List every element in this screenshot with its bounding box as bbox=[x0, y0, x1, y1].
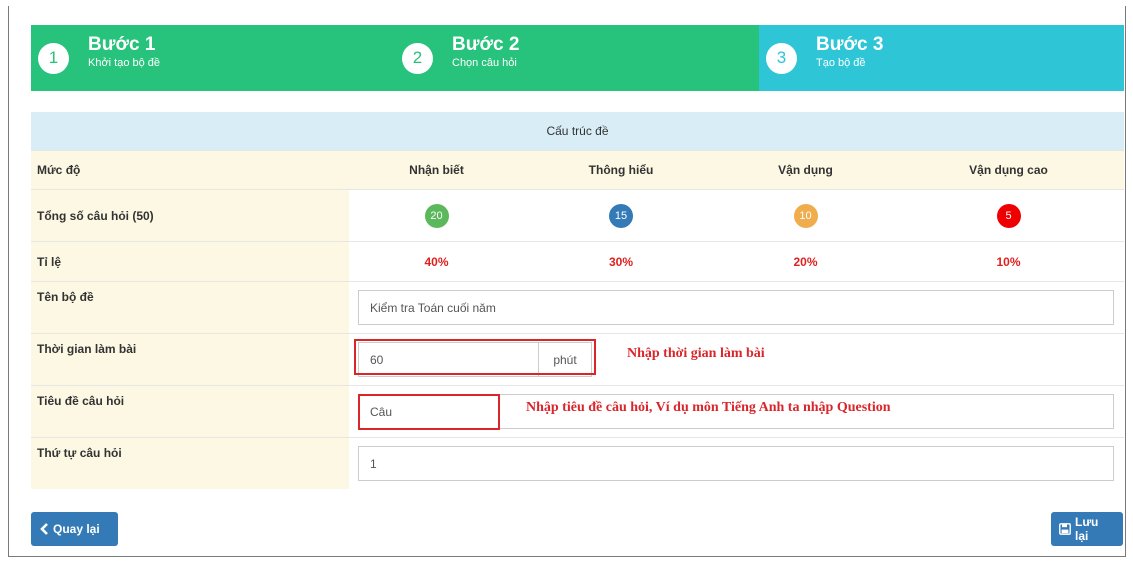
title-annotation: Nhập tiêu đề câu hỏi, Ví dụ môn Tiếng An… bbox=[526, 400, 891, 415]
step-subtitle: Chọn câu hỏi bbox=[452, 57, 517, 69]
duration-label: Thời gian làm bài bbox=[31, 334, 349, 385]
chevron-left-icon bbox=[40, 523, 48, 535]
ratio-apply-high: 10% bbox=[996, 254, 1021, 269]
table-row-levels: Mức độ Nhận biết Thông hiểu Vận dụng Vận… bbox=[31, 150, 1124, 189]
ratio-label: Tỉ lệ bbox=[31, 242, 349, 281]
level-understand: Thông hiểu bbox=[588, 163, 654, 177]
level-apply: Vận dụng bbox=[778, 163, 833, 177]
highlight-box-title bbox=[358, 394, 500, 430]
step-title: Bước 3 bbox=[816, 34, 884, 55]
floppy-disk-icon bbox=[1059, 523, 1071, 535]
ratio-understand: 30% bbox=[608, 254, 634, 269]
table-row-total: Tổng số câu hỏi (50) 20 15 10 5 bbox=[31, 189, 1124, 241]
question-order-input[interactable]: 1 bbox=[358, 446, 1114, 481]
step-subtitle: Tạo bộ đề bbox=[816, 57, 866, 69]
ratio-apply: 20% bbox=[793, 254, 818, 269]
step-number: 2 bbox=[402, 42, 433, 74]
back-button[interactable]: Quay lại bbox=[31, 512, 118, 546]
step-subtitle: Khởi tạo bộ đề bbox=[88, 57, 161, 69]
count-badge-apply: 10 bbox=[793, 203, 818, 228]
save-button[interactable]: Lưu lại bbox=[1051, 512, 1123, 546]
highlight-box-duration bbox=[354, 339, 596, 375]
form-row-name: Tên bộ đề Kiểm tra Toán cuối năm bbox=[31, 281, 1124, 333]
exam-name-input[interactable]: Kiểm tra Toán cuối năm bbox=[358, 290, 1114, 325]
wizard-steps: 1 Bước 1 Khởi tạo bộ đề 2 Bước 2 Chọn câ… bbox=[31, 25, 1124, 91]
structure-table: Cấu trúc đề Mức độ Nhận biết Thông hiểu … bbox=[31, 112, 1124, 489]
level-label: Mức độ bbox=[31, 151, 349, 189]
question-order-label: Thứ tự câu hỏi bbox=[31, 438, 349, 489]
step-title: Bước 2 bbox=[452, 34, 520, 55]
form-row-order: Thứ tự câu hỏi 1 bbox=[31, 437, 1124, 489]
step-number: 3 bbox=[766, 42, 797, 74]
question-title-label: Tiêu đề câu hỏi bbox=[31, 386, 349, 437]
step-title: Bước 1 bbox=[88, 34, 156, 55]
step-3[interactable]: 3 Bước 3 Tạo bộ đề bbox=[759, 25, 1124, 91]
count-badge-understand: 15 bbox=[609, 203, 633, 228]
step-1[interactable]: 1 Bước 1 Khởi tạo bộ đề bbox=[31, 25, 395, 91]
level-recognize: Nhận biết bbox=[409, 163, 464, 177]
total-label: Tổng số câu hỏi (50) bbox=[31, 190, 349, 241]
duration-annotation: Nhập thời gian làm bài bbox=[627, 346, 765, 361]
form-row-title: Tiêu đề câu hỏi Câu Nhập tiêu đề câu hỏi… bbox=[31, 385, 1124, 437]
count-badge-apply-high: 5 bbox=[996, 203, 1021, 228]
step-2[interactable]: 2 Bước 2 Chọn câu hỏi bbox=[395, 25, 759, 91]
level-apply-high: Vận dụng cao bbox=[969, 163, 1048, 177]
count-badge-recognize: 20 bbox=[424, 203, 449, 228]
save-button-label: Lưu lại bbox=[1075, 515, 1099, 543]
ratio-recognize: 40% bbox=[424, 254, 449, 269]
back-button-label: Quay lại bbox=[53, 522, 100, 536]
form-row-time: Thời gian làm bài 60 phút Nhập thời gian… bbox=[31, 333, 1124, 385]
table-row-ratio: Tỉ lệ 40% 30% 20% 10% bbox=[31, 241, 1124, 281]
exam-name-label: Tên bộ đề bbox=[31, 282, 349, 333]
step-number: 1 bbox=[38, 42, 69, 74]
table-header: Cấu trúc đề bbox=[31, 112, 1124, 150]
